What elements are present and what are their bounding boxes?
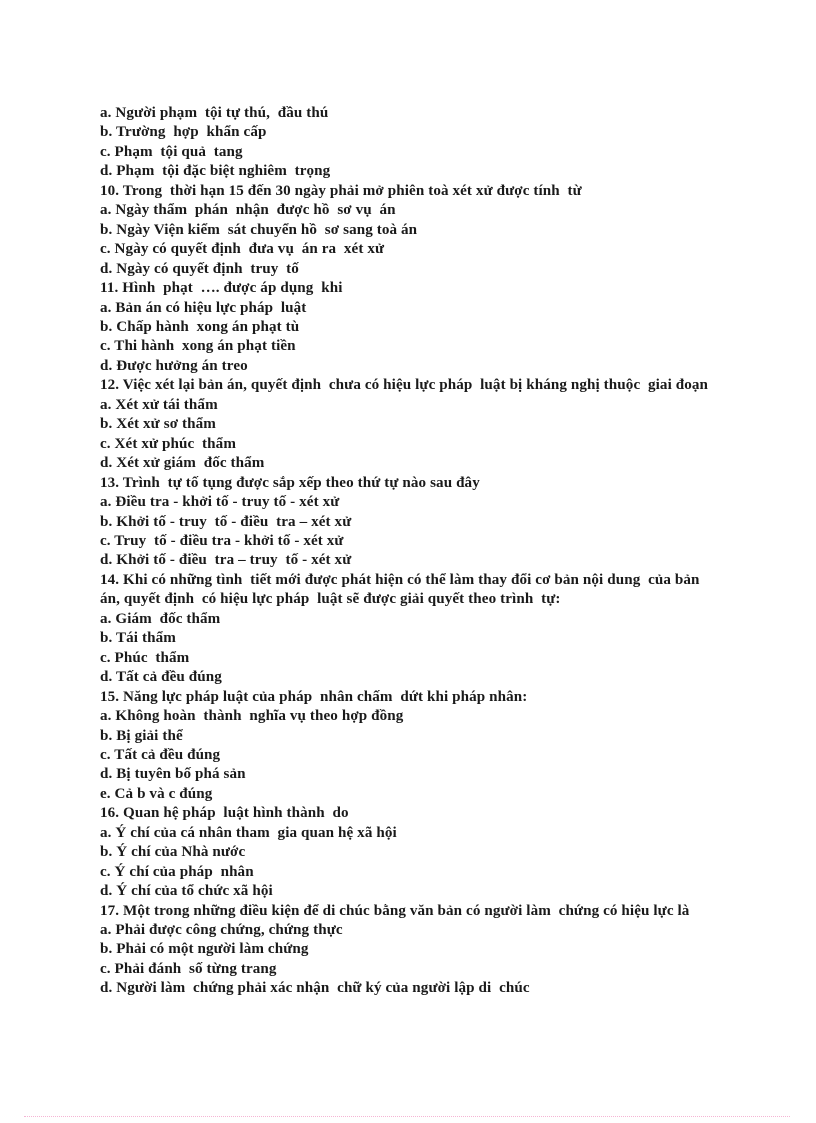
document-page: a. Người phạm tội tự thú, đầu thú b. Trườ… xyxy=(0,0,816,1123)
option-line: b. Xét xử sơ thẩm xyxy=(100,416,216,433)
option-line: d. Ý chí của tổ chức xã hội xyxy=(100,883,273,900)
option-line: c. Thi hành xong án phạt tiền xyxy=(100,338,296,355)
option-line: b. Trường hợp khẩn cấp xyxy=(100,124,267,141)
option-line: a. Ngày thẩm phán nhận được hồ sơ vụ án xyxy=(100,202,396,219)
option-line: c. Ý chí của pháp nhân xyxy=(100,863,254,880)
option-line: a. Không hoàn thành nghĩa vụ theo hợp đồ… xyxy=(100,708,404,725)
document-text-body: a. Người phạm tội tự thú, đầu thú b. Trườ… xyxy=(100,104,740,999)
option-line: d. Người làm chứng phải xác nhận chữ ký … xyxy=(100,980,530,997)
option-line: a. Bản án có hiệu lực pháp luật xyxy=(100,299,307,316)
option-line: b. Chấp hành xong án phạt tù xyxy=(100,318,300,335)
question-line: 17. Một trong những điều kiện để di chúc… xyxy=(100,902,690,919)
option-line: b. Tái thẩm xyxy=(100,630,176,647)
option-line: d. Phạm tội đặc biệt nghiêm trọng xyxy=(100,163,331,180)
option-line: d. Ngày có quyết định truy tố xyxy=(100,260,299,277)
option-line: a. Người phạm tội tự thú, đầu thú xyxy=(100,105,329,121)
option-line: b. Phải có một người làm chứng xyxy=(100,941,309,958)
option-line: d. Tất cả đều đúng xyxy=(100,669,222,686)
option-line: d. Bị tuyên bố phá sản xyxy=(100,766,246,783)
option-line: c. Phạm tội quả tang xyxy=(100,143,243,160)
question-continuation-line: án, quyết định có hiệu lực pháp luật sẽ … xyxy=(100,591,561,608)
option-line: c. Ngày có quyết định đưa vụ án ra xét x… xyxy=(100,241,385,258)
question-line: 16. Quan hệ pháp luật hình thành do xyxy=(100,805,349,822)
option-line: a. Điều tra - khởi tố - truy tố - xét xử xyxy=(100,494,340,511)
option-line: d. Khởi tố - điều tra – truy tố - xét xử xyxy=(100,552,352,569)
option-line: b. Ngày Viện kiểm sát chuyển hồ sơ sang … xyxy=(100,221,418,238)
option-line: a. Xét xử tái thẩm xyxy=(100,396,218,413)
option-line: e. Cả b và c đúng xyxy=(100,785,213,802)
option-line: d. Xét xử giám đốc thẩm xyxy=(100,455,265,472)
question-line: 11. Hình phạt …. được áp dụng khi xyxy=(100,280,343,297)
question-line: 12. Việc xét lại bản án, quyết định chưa… xyxy=(100,377,709,394)
option-line: b. Bị giải thể xyxy=(100,727,183,744)
option-line: c. Phải đánh số từng trang xyxy=(100,960,277,977)
option-line: c. Tất cả đều đúng xyxy=(100,746,221,763)
option-line: a. Ý chí của cá nhân tham gia quan hệ xã… xyxy=(100,824,397,841)
option-line: b. Ý chí của Nhà nước xyxy=(100,844,246,861)
footer-dotted-rule xyxy=(24,1116,790,1117)
question-line: 13. Trình tự tố tụng được sắp xếp theo t… xyxy=(100,474,480,491)
option-line: a. Giám đốc thẩm xyxy=(100,610,221,627)
option-line: c. Xét xử phúc thẩm xyxy=(100,435,236,452)
question-line: 14. Khi có những tình tiết mới được phát… xyxy=(100,571,700,588)
question-line: 10. Trong thời hạn 15 đến 30 ngày phải m… xyxy=(100,182,582,199)
question-line: 15. Năng lực pháp luật của pháp nhân chấ… xyxy=(100,688,528,705)
option-line: c. Truy tố - điều tra - khởi tố - xét xử xyxy=(100,532,344,549)
option-line: d. Được hưởng án treo xyxy=(100,357,248,374)
option-line: c. Phúc thẩm xyxy=(100,649,190,666)
option-line: a. Phải được công chứng, chứng thực xyxy=(100,922,343,939)
option-line: b. Khởi tố - truy tố - điều tra – xét xử xyxy=(100,513,352,530)
